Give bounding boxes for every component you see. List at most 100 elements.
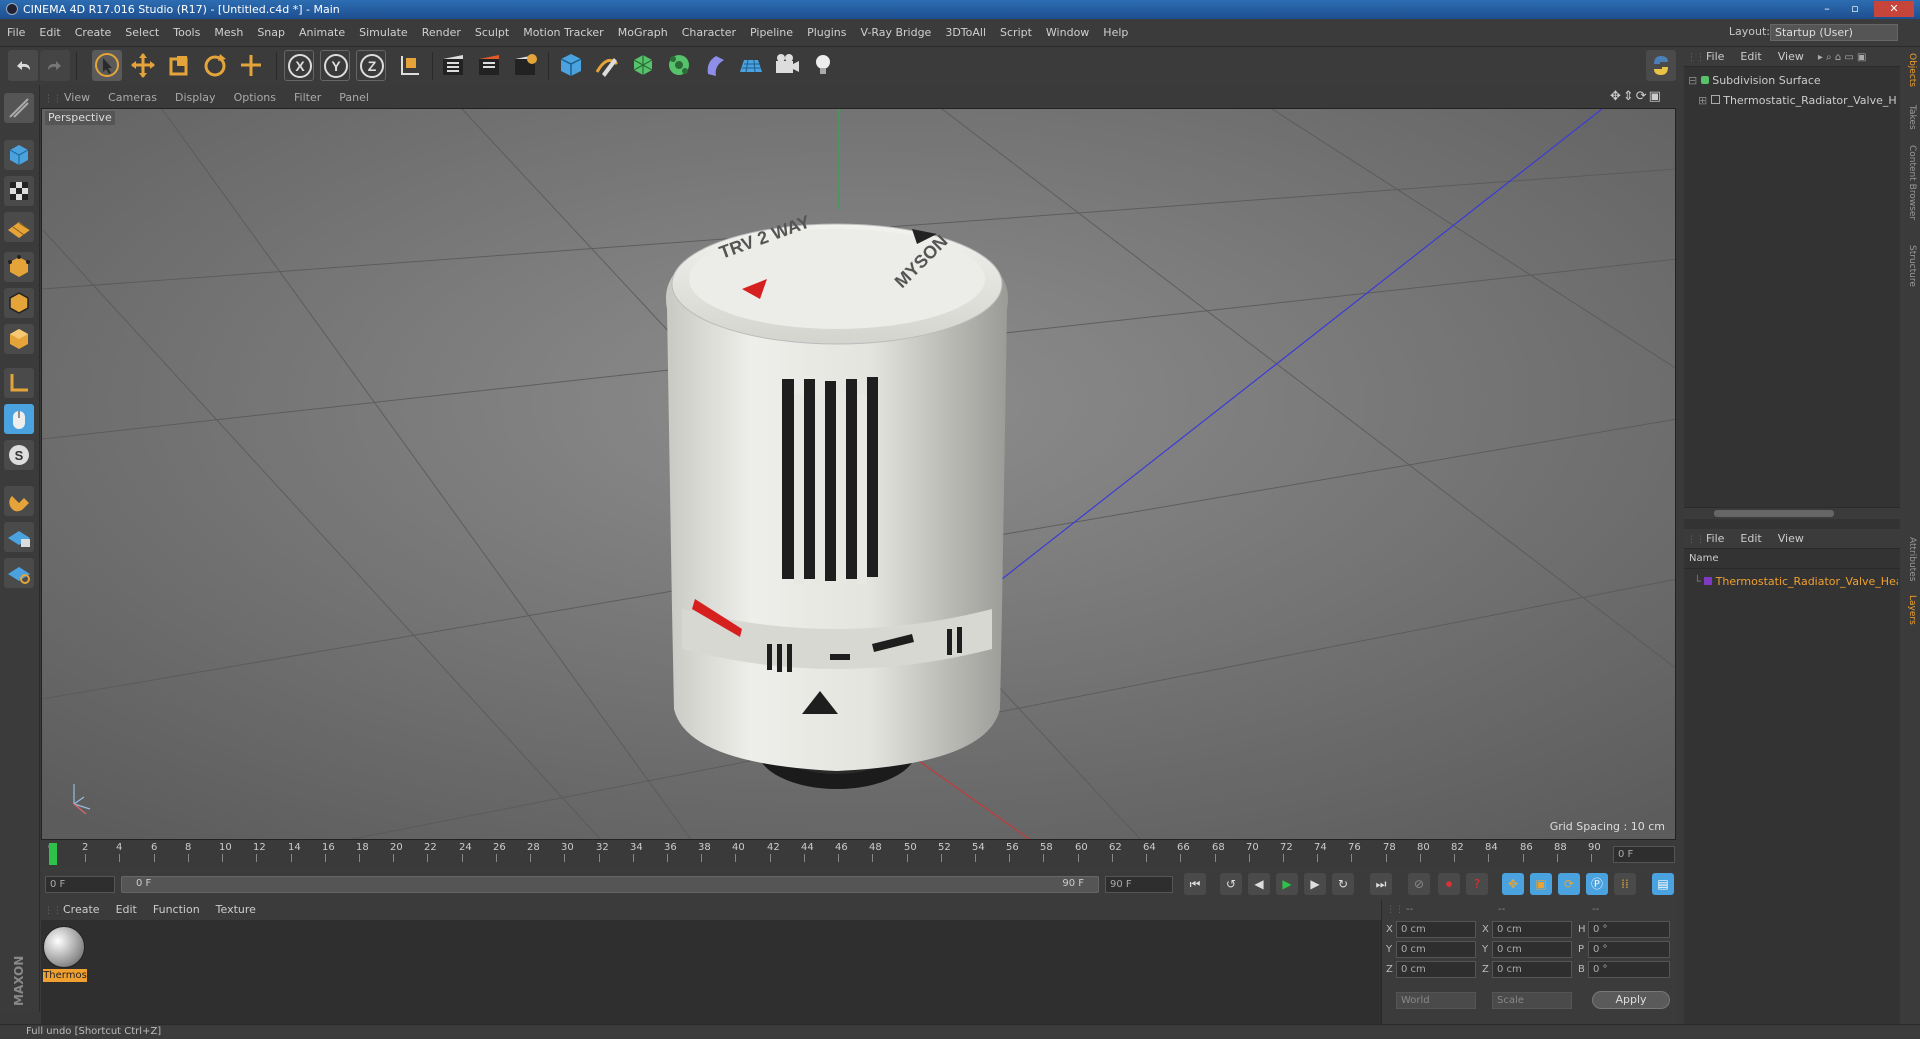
object-menu-view[interactable]: View	[1770, 47, 1812, 67]
prev-frame-button[interactable]: ◀	[1248, 873, 1270, 895]
light-button[interactable]	[808, 50, 838, 81]
minimize-button[interactable]: –	[1814, 1, 1840, 17]
expand-icon[interactable]: ⊞	[1698, 94, 1707, 107]
key-pla-button[interactable]: ⁞⁞	[1614, 873, 1636, 895]
layer-item[interactable]: └ Thermostatic_Radiator_Valve_Head	[1694, 573, 1898, 591]
menu-character[interactable]: Character	[675, 19, 743, 47]
menu-file[interactable]: File	[0, 19, 32, 47]
viewport-menu-view[interactable]: View	[55, 88, 99, 108]
size-z-field[interactable]: 0 cm	[1492, 961, 1572, 978]
coordinate-mode-dropdown[interactable]: World	[1396, 992, 1476, 1009]
cloner-button[interactable]	[664, 50, 694, 81]
model-mode-button[interactable]	[4, 140, 34, 170]
object-menu-file[interactable]: File	[1698, 47, 1732, 67]
texture-mode-button[interactable]	[4, 176, 34, 206]
viewport-menu-options[interactable]: Options	[225, 88, 285, 108]
render-picture-viewer-button[interactable]	[474, 50, 504, 81]
menu-snap[interactable]: Snap	[250, 19, 292, 47]
tab-objects[interactable]: Objects	[1902, 53, 1917, 87]
camera-label[interactable]: Perspective	[45, 111, 115, 125]
prev-key-button[interactable]: ↺	[1220, 873, 1242, 895]
axis-mode-button[interactable]	[4, 368, 34, 398]
viewport-menu-cameras[interactable]: Cameras	[99, 88, 166, 108]
rotate-tool-button[interactable]	[200, 50, 230, 81]
next-frame-button[interactable]: ▶	[1304, 873, 1326, 895]
rot-b-field[interactable]: 0 °	[1588, 961, 1670, 978]
material-swatch[interactable]: Thermos	[43, 926, 87, 982]
layer-menu-view[interactable]: View	[1770, 529, 1812, 549]
size-mode-dropdown[interactable]: Scale	[1492, 992, 1572, 1009]
transform-tool-button[interactable]	[236, 50, 266, 81]
tab-layers[interactable]: Layers	[1902, 595, 1917, 625]
magnet-snap-button[interactable]	[4, 486, 34, 516]
points-mode-button[interactable]	[4, 252, 34, 282]
restore-button[interactable]: ▫	[1842, 1, 1868, 17]
perspective-viewport[interactable]: TRV 2 WAY MYSON Perspective Grid Spacing…	[41, 108, 1676, 840]
workplane-align-button[interactable]	[4, 558, 34, 588]
menu-simulate[interactable]: Simulate	[352, 19, 415, 47]
viewport-menu-display[interactable]: Display	[166, 88, 225, 108]
cube-primitive-button[interactable]	[556, 50, 586, 81]
next-key-button[interactable]: ↻	[1332, 873, 1354, 895]
undo-button[interactable]	[8, 50, 38, 81]
object-manager-icons[interactable]: ▸ ⌕ ⌂ ▭ ▣	[1812, 52, 1867, 63]
y-axis-lock-button[interactable]: Y	[320, 50, 350, 81]
tab-structure[interactable]: Structure	[1902, 245, 1917, 287]
tab-takes[interactable]: Takes	[1902, 105, 1917, 130]
tree-item-subdivision-surface[interactable]: ⊟ Subdivision Surface	[1688, 72, 1896, 90]
key-param-button[interactable]: Ⓟ	[1586, 873, 1608, 895]
object-manager-scrollbar[interactable]	[1684, 507, 1900, 519]
render-view-button[interactable]	[438, 50, 468, 81]
object-menu-edit[interactable]: Edit	[1732, 47, 1769, 67]
material-menu-edit[interactable]: Edit	[108, 900, 145, 920]
size-x-field[interactable]: 0 cm	[1492, 921, 1572, 938]
edges-mode-button[interactable]	[4, 288, 34, 318]
workplane-mode-button[interactable]	[4, 212, 34, 242]
scale-tool-button[interactable]	[164, 50, 194, 81]
key-scale-button[interactable]: ▣	[1530, 873, 1552, 895]
menu-mograph[interactable]: MoGraph	[611, 19, 675, 47]
size-y-field[interactable]: 0 cm	[1492, 941, 1572, 958]
keyframe-selection-button[interactable]: ⊘	[1408, 873, 1430, 895]
menu-animate[interactable]: Animate	[292, 19, 352, 47]
menu-render[interactable]: Render	[415, 19, 468, 47]
menu-window[interactable]: Window	[1039, 19, 1096, 47]
tab-content-browser[interactable]: Content Browser	[1902, 145, 1917, 220]
pos-y-field[interactable]: 0 cm	[1396, 941, 1476, 958]
floor-button[interactable]	[736, 50, 766, 81]
material-menu-create[interactable]: Create	[55, 900, 108, 920]
menu-tools[interactable]: Tools	[166, 19, 207, 47]
current-frame-field[interactable]: 0 F	[1613, 846, 1675, 863]
start-frame-field[interactable]: 0 F	[45, 876, 115, 893]
menu-3dtoall[interactable]: 3DToAll	[938, 19, 993, 47]
menu-create[interactable]: Create	[68, 19, 119, 47]
material-menu-texture[interactable]: Texture	[208, 900, 264, 920]
camera-button[interactable]	[772, 50, 802, 81]
menu-edit[interactable]: Edit	[32, 19, 67, 47]
tab-attributes[interactable]: Attributes	[1902, 537, 1917, 581]
playhead[interactable]	[49, 843, 57, 865]
x-axis-lock-button[interactable]: X	[284, 50, 314, 81]
layer-menu-edit[interactable]: Edit	[1732, 529, 1769, 549]
key-rotation-button[interactable]: ⟳	[1558, 873, 1580, 895]
redo-button[interactable]	[40, 50, 70, 81]
tweak-mode-button[interactable]	[4, 404, 34, 434]
layout-dropdown[interactable]: Startup (User)	[1770, 24, 1898, 41]
collapse-icon[interactable]: ⊟	[1688, 74, 1697, 87]
autokey-button[interactable]: ?	[1466, 873, 1488, 895]
spline-pen-button[interactable]	[592, 50, 622, 81]
menu-motion-tracker[interactable]: Motion Tracker	[516, 19, 610, 47]
timeline-window-button[interactable]: ▤	[1652, 873, 1674, 895]
polygons-mode-button[interactable]	[4, 324, 34, 354]
menu-mesh[interactable]: Mesh	[207, 19, 250, 47]
z-axis-lock-button[interactable]: Z	[356, 50, 386, 81]
apply-button[interactable]: Apply	[1592, 991, 1670, 1009]
menu-help[interactable]: Help	[1096, 19, 1135, 47]
pos-z-field[interactable]: 0 cm	[1396, 961, 1476, 978]
record-button[interactable]: ⏺	[1438, 873, 1460, 895]
menu-script[interactable]: Script	[993, 19, 1039, 47]
rot-h-field[interactable]: 0 °	[1588, 921, 1670, 938]
viewport-menu-filter[interactable]: Filter	[285, 88, 330, 108]
menu-plugins[interactable]: Plugins	[800, 19, 853, 47]
make-editable-button[interactable]	[4, 93, 34, 123]
